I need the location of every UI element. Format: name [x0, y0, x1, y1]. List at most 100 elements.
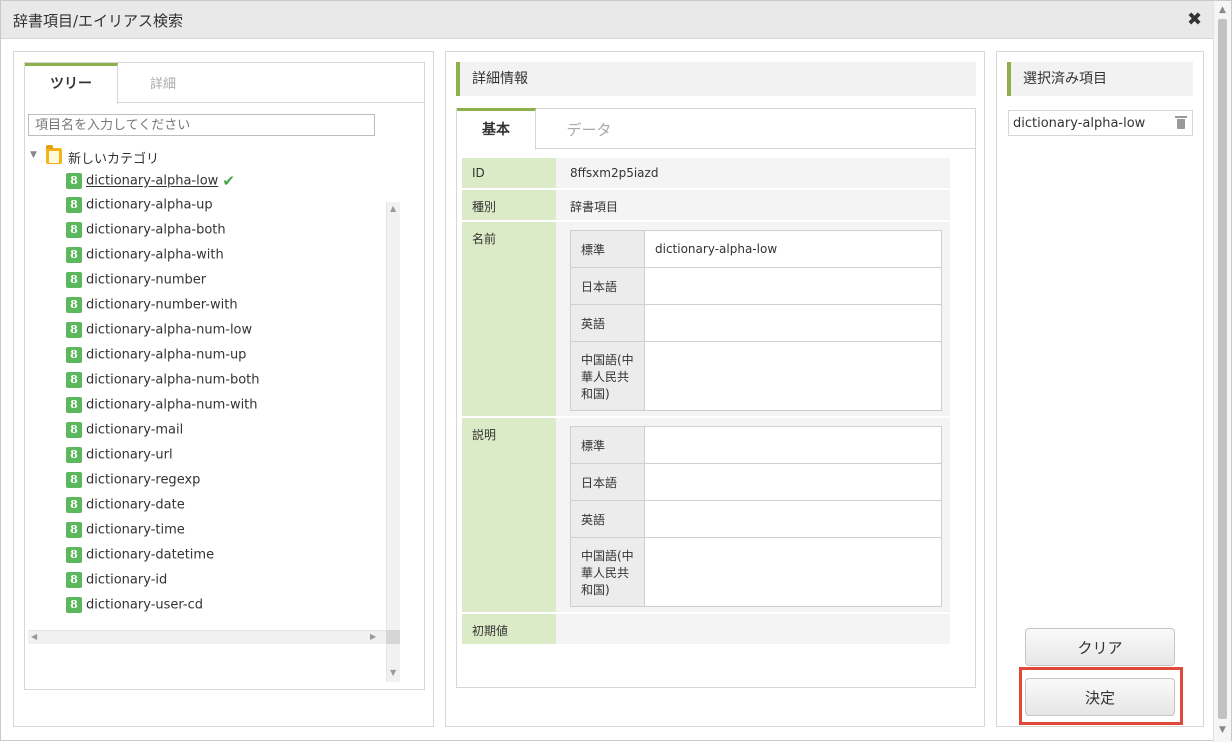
tree-item-label: dictionary-alpha-num-low: [86, 322, 253, 338]
tree-item[interactable]: 8 dictionary-alpha-both: [66, 222, 226, 242]
field-id-value: 8ffsxm2p5iazd: [570, 166, 659, 180]
field-kind-label: 種別: [462, 190, 556, 220]
clear-button[interactable]: クリア: [1025, 628, 1175, 666]
lang-label: 中国語(中華人民共和国): [570, 537, 645, 607]
field-id-row: ID 8ffsxm2p5iazd: [462, 158, 950, 188]
description-japanese-value: [644, 463, 942, 501]
selected-header: 選択済み項目: [1007, 62, 1193, 96]
tree-item-label: dictionary-user-cd: [86, 597, 203, 613]
tab-detail[interactable]: 詳細: [133, 73, 193, 92]
folder-icon: [46, 145, 62, 164]
dialog: 辞書項目/エイリアス検索 ✖ ツリー 詳細 ▼ 新しいカテゴリ 8diction…: [0, 0, 1232, 742]
scroll-down-icon[interactable]: ▼: [390, 668, 396, 677]
dialog-scrollbar[interactable]: ▲ ▼: [1213, 1, 1231, 742]
name-lang-row: 日本語: [570, 267, 942, 305]
tree-view: ▼ 新しいカテゴリ 8 dictionary-alpha-low ✔ 8 diction…: [28, 142, 400, 632]
dictionary-item-icon: 8: [66, 572, 82, 588]
description-lang-row: 日本語: [570, 463, 942, 501]
tree-item-label: dictionary-alpha-up: [86, 197, 213, 213]
tree-item-label: dictionary-url: [86, 447, 173, 463]
name-english-value: [644, 304, 942, 342]
tree-item-label: dictionary-regexp: [86, 472, 201, 488]
tree-item[interactable]: 8 dictionary-url: [66, 447, 173, 467]
tree-item-label: dictionary-alpha-num-up: [86, 347, 247, 363]
tab-data[interactable]: データ: [549, 119, 629, 140]
field-kind-value: 辞書項目: [570, 200, 619, 214]
tree-item-label: dictionary-date: [86, 497, 185, 513]
dictionary-item-icon: 8: [66, 422, 82, 438]
description-chinese-value: [644, 537, 942, 607]
tree-item[interactable]: 8 dictionary-time: [66, 522, 185, 542]
lang-label: 日本語: [570, 463, 645, 501]
tree-item-label: dictionary-alpha-num-with: [86, 397, 258, 413]
tree-item[interactable]: 8 dictionary-regexp: [66, 472, 200, 492]
dictionary-item-icon: 8: [66, 347, 82, 363]
scroll-up-icon[interactable]: ▲: [1219, 5, 1226, 15]
tree-item-label: dictionary-alpha-num-both: [86, 372, 260, 388]
tree-item[interactable]: 8 dictionary-alpha-num-low: [66, 322, 252, 342]
tree-item[interactable]: 8 dictionary-mail: [66, 422, 183, 442]
name-lang-row: 英語: [570, 304, 942, 342]
description-english-value: [644, 500, 942, 538]
item-search-input[interactable]: [28, 114, 375, 136]
tree-item[interactable]: 8 dictionary-id: [66, 572, 167, 592]
scrollbar-thumb[interactable]: [1218, 19, 1227, 719]
tree-item-label: dictionary-time: [86, 522, 185, 538]
close-icon[interactable]: ✖: [1187, 9, 1202, 30]
tree-item[interactable]: 8 dictionary-datetime: [66, 547, 214, 567]
tree-item[interactable]: 8 dictionary-number: [66, 272, 206, 292]
name-lang-row: 標準 dictionary-alpha-low: [570, 230, 942, 268]
dictionary-item-icon: 8: [66, 397, 82, 413]
lang-label: 英語: [570, 304, 645, 342]
detail-header: 詳細情報: [456, 62, 976, 96]
tree-item-label: dictionary-alpha-with: [86, 247, 224, 263]
left-tabs: ツリー 詳細: [25, 63, 424, 104]
tree-item[interactable]: 8 dictionary-alpha-with: [66, 247, 224, 267]
tab-basic[interactable]: 基本: [457, 108, 536, 150]
detail-tabs: 基本 データ: [457, 108, 975, 150]
scroll-up-icon[interactable]: ▲: [390, 204, 396, 213]
selected-item: dictionary-alpha-low: [1008, 110, 1193, 136]
description-lang-row: 英語: [570, 500, 942, 538]
dictionary-item-icon: 8: [66, 322, 82, 338]
tab-tree[interactable]: ツリー: [25, 63, 118, 104]
tree-horizontal-scrollbar[interactable]: ◀ ▶: [28, 630, 386, 644]
scroll-left-icon[interactable]: ◀: [31, 632, 37, 641]
field-kind-row: 種別 辞書項目: [462, 190, 950, 220]
lang-label: 標準: [570, 426, 645, 464]
description-lang-table: 標準 日本語 英語 中国語(中華人民共和国): [570, 426, 942, 607]
tree-item-label: dictionary-datetime: [86, 547, 215, 563]
trash-icon[interactable]: [1175, 116, 1187, 130]
dictionary-item-icon: 8: [66, 472, 82, 488]
name-lang-row: 中国語(中華人民共和国): [570, 341, 942, 411]
name-chinese-value: [644, 341, 942, 411]
lang-label: 標準: [570, 230, 645, 268]
tree-item[interactable]: 8 dictionary-number-with: [66, 297, 238, 317]
check-icon: ✔: [222, 172, 235, 190]
tree-item[interactable]: 8 dictionary-alpha-num-up: [66, 347, 246, 367]
description-lang-row: 中国語(中華人民共和国): [570, 537, 942, 607]
scroll-right-icon[interactable]: ▶: [370, 632, 376, 641]
tree-item[interactable]: 8 dictionary-alpha-low ✔: [66, 172, 235, 192]
dialog-titlebar[interactable]: 辞書項目/エイリアス検索 ✖: [1, 1, 1231, 39]
field-id-label: ID: [462, 158, 556, 188]
dictionary-item-icon: 8: [66, 372, 82, 388]
selected-item-label: dictionary-alpha-low: [1013, 116, 1146, 131]
tree-item[interactable]: 8 dictionary-alpha-up: [66, 197, 213, 217]
scroll-down-icon[interactable]: ▼: [1219, 725, 1226, 735]
tree-item-label: dictionary-alpha-low: [86, 173, 219, 189]
tree-item[interactable]: 8 dictionary-date: [66, 497, 185, 517]
description-lang-row: 標準: [570, 426, 942, 464]
dictionary-item-icon: 8: [66, 247, 82, 263]
tree-item-label: dictionary-number: [86, 272, 207, 288]
tree-item[interactable]: 8 dictionary-alpha-num-with: [66, 397, 258, 417]
tree-item[interactable]: 8 dictionary-user-cd: [66, 597, 203, 617]
dictionary-item-icon: 8: [66, 173, 82, 189]
dialog-title: 辞書項目/エイリアス検索: [13, 12, 184, 30]
field-initial-row: 初期値: [462, 614, 950, 644]
expand-toggle-icon[interactable]: ▼: [30, 150, 37, 160]
tree-vertical-scrollbar[interactable]: ▲ ▼: [386, 202, 400, 682]
tree-item-label: dictionary-alpha-both: [86, 222, 226, 238]
tree-item[interactable]: 8 dictionary-alpha-num-both: [66, 372, 259, 392]
tree-root-label: 新しいカテゴリ: [68, 152, 160, 167]
